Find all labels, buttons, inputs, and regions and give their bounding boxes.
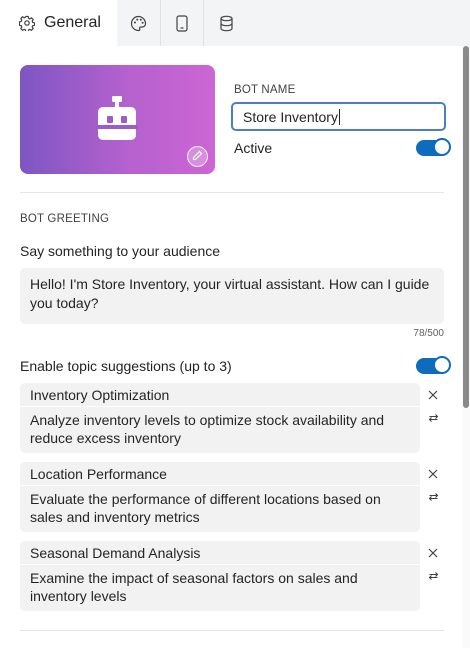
database-icon	[219, 15, 234, 32]
remove-topic-button[interactable]	[425, 546, 441, 562]
topic-card: Inventory Optimization Analyze inventory…	[20, 383, 420, 453]
toggle-knob	[433, 356, 451, 374]
divider	[20, 192, 444, 193]
scrollbar-thumb[interactable]	[463, 46, 469, 408]
gear-icon	[19, 15, 35, 31]
topic-title-input[interactable]: Location Performance	[20, 462, 420, 486]
close-icon	[428, 387, 438, 405]
remove-topic-button[interactable]	[425, 388, 441, 404]
vertical-scrollbar[interactable]	[462, 46, 470, 648]
greeting-char-counter: 78/500	[413, 328, 444, 339]
tablet-icon	[175, 14, 189, 32]
pencil-icon	[192, 148, 203, 166]
active-label: Active	[234, 140, 273, 156]
topic-description-input[interactable]: Examine the impact of seasonal factors o…	[30, 569, 410, 605]
bot-name-value: Store Inventory	[243, 108, 338, 125]
topic-description-input[interactable]: Analyze inventory levels to optimize sto…	[30, 411, 410, 447]
greeting-prompt: Say something to your audience	[20, 243, 221, 259]
topic-suggestions-toggle[interactable]	[416, 356, 451, 374]
palette-icon	[130, 15, 147, 32]
divider	[20, 630, 444, 631]
swap-icon	[428, 568, 439, 586]
swap-icon	[428, 410, 439, 428]
regenerate-topic-button[interactable]	[425, 411, 441, 427]
tab-data-source[interactable]	[203, 0, 249, 46]
robot-icon	[96, 96, 138, 145]
bot-name-label: BOT NAME	[234, 84, 296, 96]
tab-general-label: General	[44, 14, 101, 31]
topic-suggestions-label: Enable topic suggestions (up to 3)	[20, 358, 232, 374]
edit-avatar-button[interactable]	[187, 146, 208, 167]
tab-bar: General	[0, 0, 470, 46]
toggle-knob	[433, 138, 451, 156]
tab-general[interactable]: General	[0, 0, 117, 46]
bot-greeting-label: BOT GREETING	[20, 213, 110, 225]
topic-card: Seasonal Demand Analysis Examine the imp…	[20, 541, 420, 611]
tab-device[interactable]	[160, 0, 203, 46]
active-toggle[interactable]	[416, 138, 451, 156]
close-icon	[428, 545, 438, 563]
text-caret	[338, 108, 340, 125]
regenerate-topic-button[interactable]	[425, 490, 441, 506]
swap-icon	[428, 489, 439, 507]
regenerate-topic-button[interactable]	[425, 569, 441, 585]
topic-title-input[interactable]: Inventory Optimization	[20, 383, 420, 407]
tab-theme[interactable]	[117, 0, 160, 46]
topic-description-input[interactable]: Evaluate the performance of different lo…	[30, 490, 410, 526]
bot-avatar[interactable]	[20, 65, 215, 174]
remove-topic-button[interactable]	[425, 467, 441, 483]
settings-panel: BOT NAME Store Inventory Active BOT GREE…	[0, 46, 460, 648]
close-icon	[428, 466, 438, 484]
topic-card: Location Performance Evaluate the perfor…	[20, 462, 420, 532]
bot-name-input[interactable]: Store Inventory	[231, 102, 446, 131]
greeting-textarea[interactable]: Hello! I'm Store Inventory, your virtual…	[20, 268, 444, 324]
topic-title-input[interactable]: Seasonal Demand Analysis	[20, 541, 420, 565]
